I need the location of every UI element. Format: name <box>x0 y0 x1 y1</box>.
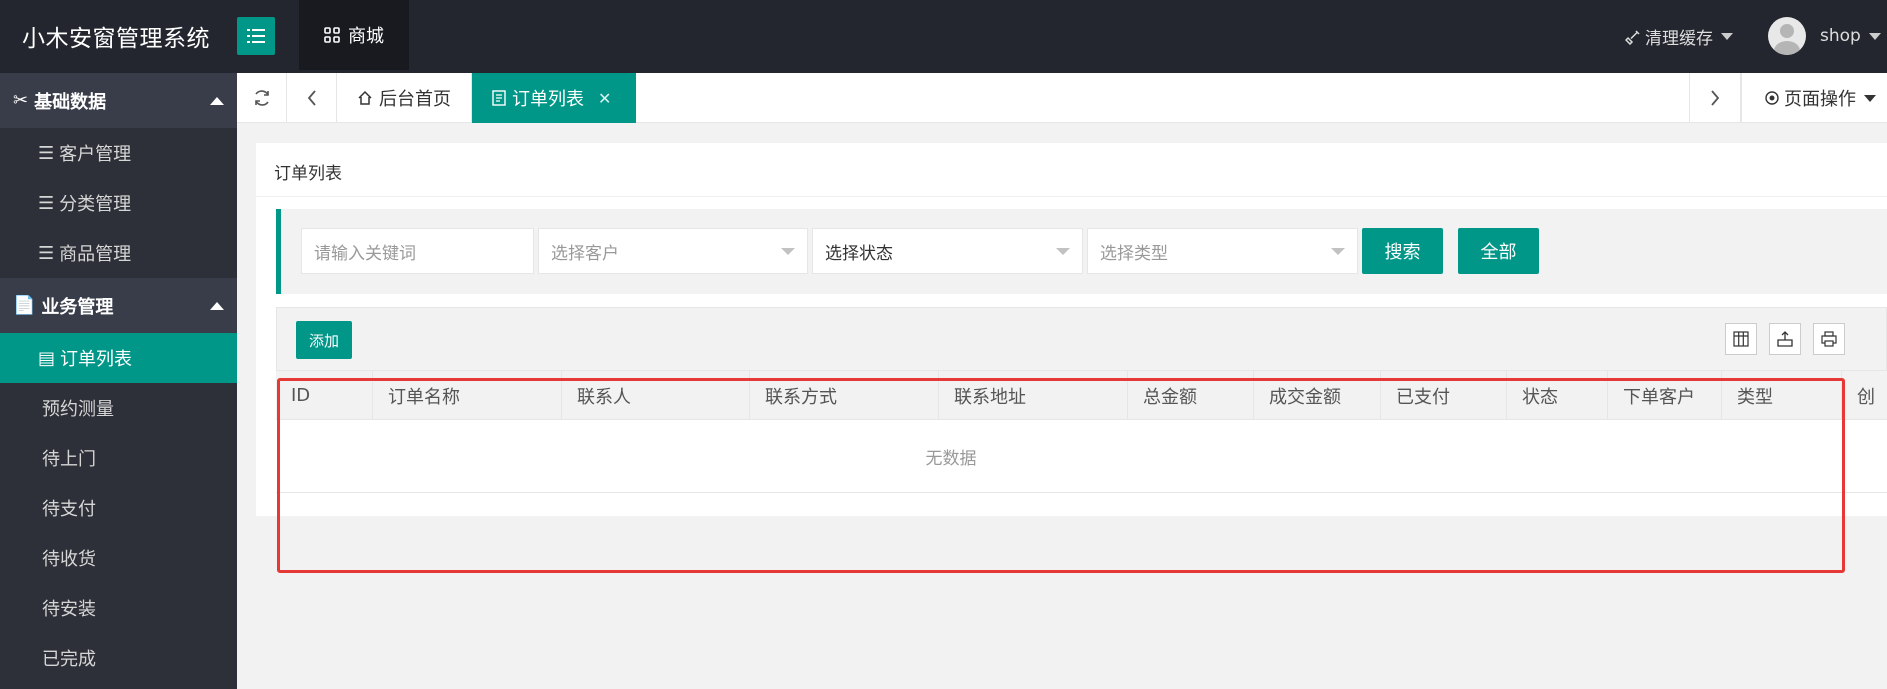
top-header: 小木安窗管理系统 商城 清理缓存 shop <box>0 0 1887 73</box>
list-icon: ☰ <box>38 192 55 214</box>
keyword-placeholder: 请输入关键词 <box>314 243 416 264</box>
page-title: 订单列表 <box>274 164 342 184</box>
page-operations-menu[interactable]: 页面操作 <box>1741 73 1887 123</box>
top-tab-label: 商城 <box>348 26 384 47</box>
add-button[interactable]: 添加 <box>296 321 352 359</box>
chevron-up-icon <box>210 302 224 310</box>
chevron-down-icon <box>1868 32 1881 40</box>
sidebar-item-label: 待安装 <box>42 599 96 620</box>
list-icon: ☰ <box>38 142 55 164</box>
user-menu[interactable]: shop <box>1768 17 1881 55</box>
sidebar-item-receiving[interactable]: 待收货 <box>0 533 237 583</box>
sidebar-item-completed[interactable]: 已完成 <box>0 633 237 683</box>
sidebar-item-label: 分类管理 <box>59 194 132 215</box>
sidebar-item-label: 订单列表 <box>60 349 133 370</box>
avatar <box>1768 17 1806 55</box>
search-button[interactable]: 搜索 <box>1362 228 1443 274</box>
apps-icon <box>324 27 340 43</box>
document-icon: ▤ <box>38 347 56 369</box>
sidebar-group-business[interactable]: 📄 业务管理 <box>0 278 237 333</box>
sidebar-item-label: 已完成 <box>42 649 96 670</box>
page-operations-label: 页面操作 <box>1784 89 1856 110</box>
document-icon: 📄 <box>13 295 36 316</box>
refresh-button[interactable] <box>237 73 287 123</box>
sidebar-item-unpaid[interactable]: 待支付 <box>0 483 237 533</box>
sidebar-group-basic-data[interactable]: ✂ 基础数据 <box>0 73 237 128</box>
sidebar-item-visit[interactable]: 待上门 <box>0 433 237 483</box>
sidebar-group-label: 业务管理 <box>41 296 114 318</box>
home-icon <box>358 90 372 105</box>
broom-icon <box>1625 29 1640 45</box>
list-icon <box>247 29 265 43</box>
divider <box>256 196 1887 197</box>
chevron-left-icon <box>307 90 316 106</box>
chevron-right-icon <box>1711 90 1720 106</box>
type-select[interactable]: 选择类型 <box>1087 228 1358 274</box>
refresh-icon <box>254 90 269 106</box>
sidebar-item-measure[interactable]: 预约测量 <box>0 383 237 433</box>
sidebar-item-label: 预约测量 <box>42 399 114 420</box>
close-icon[interactable]: ✕ <box>598 89 611 108</box>
table-toolbar: 添加 <box>276 307 1887 371</box>
tab-order-list[interactable]: 订单列表 ✕ <box>472 73 636 123</box>
tab-home-label: 后台首页 <box>379 89 451 110</box>
clear-cache-menu[interactable]: 清理缓存 <box>1625 24 1733 49</box>
target-icon <box>1765 91 1779 105</box>
username: shop <box>1820 26 1861 46</box>
sidebar-item-label: 待支付 <box>42 499 96 520</box>
sidebar-item-customers[interactable]: ☰ 客户管理 <box>0 128 237 178</box>
sidebar-item-categories[interactable]: ☰ 分类管理 <box>0 178 237 228</box>
columns-filter-button[interactable] <box>1725 323 1757 355</box>
column-header-created[interactable]: 创 <box>1842 371 1887 419</box>
menu-toggle-button[interactable] <box>237 17 275 55</box>
sidebar-item-install[interactable]: 待安装 <box>0 583 237 633</box>
show-all-button[interactable]: 全部 <box>1458 228 1539 274</box>
tab-next-button[interactable] <box>1689 73 1741 123</box>
sidebar-item-label: 客户管理 <box>59 144 132 165</box>
status-select[interactable]: 选择状态 <box>812 228 1083 274</box>
type-placeholder: 选择类型 <box>1100 243 1168 264</box>
clear-cache-label: 清理缓存 <box>1645 29 1713 49</box>
sidebar-item-label: 待收货 <box>42 549 96 570</box>
customer-select[interactable]: 选择客户 <box>538 228 808 274</box>
top-tab-mall[interactable]: 商城 <box>299 0 409 73</box>
tools-icon: ✂ <box>13 90 29 111</box>
status-value: 选择状态 <box>825 243 893 264</box>
document-icon <box>492 90 506 106</box>
search-panel: 请输入关键词 选择客户 选择状态 选择类型 搜索 全部 <box>276 209 1887 294</box>
dropdown-arrow-icon <box>781 248 795 255</box>
tab-order-list-label: 订单列表 <box>512 89 584 110</box>
chevron-down-icon <box>1721 33 1733 40</box>
sidebar-item-products[interactable]: ☰ 商品管理 <box>0 228 237 278</box>
keyword-input[interactable]: 请输入关键词 <box>301 228 534 274</box>
sidebar-group-label: 基础数据 <box>34 91 107 113</box>
print-icon <box>1821 331 1837 347</box>
app-logo: 小木安窗管理系统 <box>22 26 210 52</box>
export-icon <box>1777 331 1793 347</box>
list-icon: ☰ <box>38 242 55 264</box>
sidebar-item-label: 待上门 <box>42 449 96 470</box>
print-button[interactable] <box>1813 323 1845 355</box>
export-button[interactable] <box>1769 323 1801 355</box>
dropdown-arrow-icon <box>1331 248 1345 255</box>
chevron-down-icon <box>1864 94 1876 102</box>
dropdown-arrow-icon <box>1056 248 1070 255</box>
customer-placeholder: 选择客户 <box>551 243 619 264</box>
tab-prev-button[interactable] <box>287 73 337 123</box>
tab-bar: 后台首页 订单列表 ✕ 页面操作 <box>237 73 1887 123</box>
sidebar: ✂ 基础数据 ☰ 客户管理 ☰ 分类管理 ☰ 商品管理 📄 业务管理 ▤ 订单列… <box>0 73 237 689</box>
tab-home[interactable]: 后台首页 <box>337 73 472 123</box>
columns-icon <box>1733 331 1749 347</box>
chevron-up-icon <box>210 97 224 105</box>
highlight-annotation-box <box>277 378 1845 573</box>
sidebar-item-order-list[interactable]: ▤ 订单列表 <box>0 333 237 383</box>
sidebar-item-label: 商品管理 <box>59 244 132 265</box>
